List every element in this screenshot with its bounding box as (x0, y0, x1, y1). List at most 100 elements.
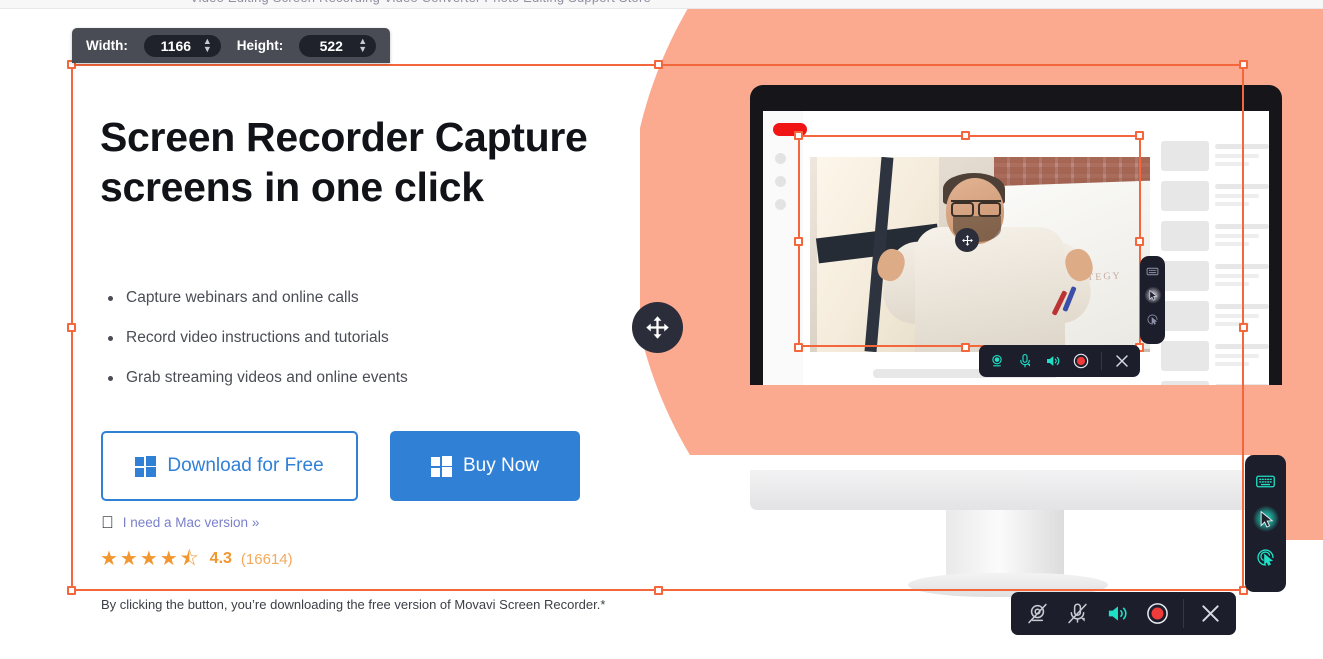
inner-resize-handle-top-left[interactable] (794, 131, 803, 140)
width-stepper[interactable]: 1166 ▲ ▼ (143, 34, 221, 57)
width-stepper-arrows[interactable]: ▲ ▼ (203, 37, 212, 54)
resize-handle-bottom-center[interactable] (654, 586, 663, 595)
highlight-clicks-button[interactable] (1255, 547, 1276, 568)
download-for-free-button[interactable]: Download for Free (101, 431, 358, 501)
mock-sidebar-dot (775, 153, 786, 164)
monitor-mockup: BUSINESS STRATEGY (750, 85, 1282, 597)
windows-logo-icon (430, 455, 452, 477)
cursor-highlight-icon (1260, 510, 1274, 528)
capture-size-toolbar: Width: 1166 ▲ ▼ Height: 522 ▲ ▼ (72, 28, 391, 63)
inner-record-button[interactable] (1067, 345, 1095, 377)
click-highlight-icon (1147, 314, 1158, 325)
rating-count: (16614) (240, 550, 293, 568)
chevron-down-icon[interactable]: ▼ (358, 45, 367, 54)
list-item (1161, 261, 1269, 301)
apple-logo-icon:  (101, 514, 114, 531)
list-item: Grab streaming videos and online events (104, 368, 574, 388)
inner-resize-handle-middle-right[interactable] (1135, 237, 1144, 246)
list-item (1161, 221, 1269, 261)
inner-resize-handle-bottom-center[interactable] (961, 343, 970, 352)
record-icon (1073, 353, 1089, 369)
list-item: Record video instructions and tutorials (104, 328, 574, 348)
webcam-on-icon (992, 354, 1002, 367)
mock-video-player: BUSINESS STRATEGY (810, 157, 1150, 352)
list-item (1161, 181, 1269, 221)
highlight-cursor-button[interactable] (1252, 505, 1279, 532)
list-item: Capture webinars and online calls (104, 288, 574, 308)
mac-link-label: I need a Mac version » (110, 514, 260, 530)
inner-resize-handle-top-center[interactable] (961, 131, 970, 140)
buy-button-label: Buy Now (462, 455, 540, 476)
speaker-button[interactable] (1097, 592, 1137, 635)
click-highlight-icon (1257, 549, 1274, 566)
mac-version-link[interactable]:  I need a Mac version » (101, 514, 259, 531)
windows-logo-icon (135, 455, 157, 477)
inner-resize-handle-middle-left[interactable] (794, 237, 803, 246)
chevron-down-icon[interactable]: ▼ (203, 45, 212, 54)
highlight-clicks-button-mock[interactable] (1146, 313, 1159, 326)
width-label: Width: (86, 38, 128, 53)
webcam-off-button[interactable] (1017, 592, 1057, 635)
page-title: Screen Recorder Capture screens in one c… (100, 114, 588, 210)
presenter-photo: BUSINESS STRATEGY (810, 157, 1150, 352)
record-button[interactable] (1137, 592, 1177, 635)
show-keystrokes-button[interactable] (1255, 471, 1276, 492)
close-icon (1201, 605, 1219, 622)
resize-handle-middle-left[interactable] (67, 323, 76, 332)
microphone-off-icon (1067, 603, 1087, 624)
mock-video-list (1161, 141, 1269, 385)
effects-vertical-toolbar (1245, 455, 1286, 592)
record-icon (1146, 603, 1168, 624)
buy-now-button[interactable]: Buy Now (390, 431, 580, 501)
width-input[interactable]: 1166 (158, 38, 194, 54)
keyboard-icon (1146, 267, 1159, 276)
height-label: Height: (236, 38, 284, 53)
download-disclaimer: By clicking the button, you’re downloadi… (101, 597, 606, 612)
list-item (1161, 301, 1269, 341)
inner-microphone-on-button[interactable] (1011, 345, 1039, 377)
inner-resize-handle-top-right[interactable] (1135, 131, 1144, 140)
inner-webcam-on-button[interactable] (983, 345, 1011, 377)
mock-sidebar-dot (775, 176, 786, 187)
height-stepper-arrows[interactable]: ▲ ▼ (358, 37, 367, 54)
height-stepper[interactable]: 522 ▲ ▼ (299, 34, 377, 57)
speaker-icon (1047, 356, 1060, 366)
move-4-way-arrow-icon (961, 234, 973, 246)
move-region-handle[interactable] (632, 302, 683, 353)
list-item (1161, 141, 1269, 181)
rating-widget: ★★★★⯪ 4.3 (16614) (100, 549, 293, 569)
screen-recorder-capture-overlay: Video Editing Screen Recording Video Con… (0, 0, 1323, 659)
resize-handle-top-center[interactable] (654, 60, 663, 69)
speaker-icon (1108, 606, 1127, 621)
browser-nav-sliver: Video Editing Screen Recording Video Con… (0, 0, 1323, 9)
webcam-off-icon (1027, 603, 1047, 624)
inner-close-button[interactable] (1108, 345, 1136, 377)
list-item (1161, 381, 1269, 385)
height-input[interactable]: 522 (313, 38, 349, 54)
toolbar-divider (1101, 352, 1102, 370)
highlight-cursor-button-mock[interactable] (1144, 286, 1161, 304)
inner-speaker-button[interactable] (1039, 345, 1067, 377)
resize-handle-bottom-left[interactable] (67, 586, 76, 595)
resize-handle-top-right[interactable] (1239, 60, 1248, 69)
list-item (1161, 341, 1269, 381)
resize-handle-middle-right[interactable] (1239, 323, 1248, 332)
cursor-highlight-icon (1149, 289, 1158, 301)
show-keystrokes-button-mock[interactable] (1146, 265, 1159, 278)
monitor-screen: BUSINESS STRATEGY (763, 111, 1269, 385)
move-4-way-arrow-icon (646, 316, 669, 339)
download-button-label: Download for Free (167, 455, 324, 476)
rating-value: 4.3 (209, 550, 232, 567)
inner-recorder-toolbar (979, 345, 1140, 377)
microphone-off-button[interactable] (1057, 592, 1097, 635)
keyboard-icon (1256, 475, 1275, 488)
microphone-on-icon (1020, 353, 1030, 368)
close-icon (1116, 355, 1128, 367)
toolbar-divider (1183, 599, 1184, 628)
inner-move-region-handle[interactable] (955, 228, 979, 252)
inner-resize-handle-bottom-left[interactable] (794, 343, 803, 352)
mock-sidebar-dot (775, 199, 786, 210)
feature-list: Capture webinars and online calls Record… (104, 288, 574, 408)
nav-sliver-text: Video Editing Screen Recording Video Con… (190, 0, 651, 5)
close-button[interactable] (1190, 592, 1230, 635)
